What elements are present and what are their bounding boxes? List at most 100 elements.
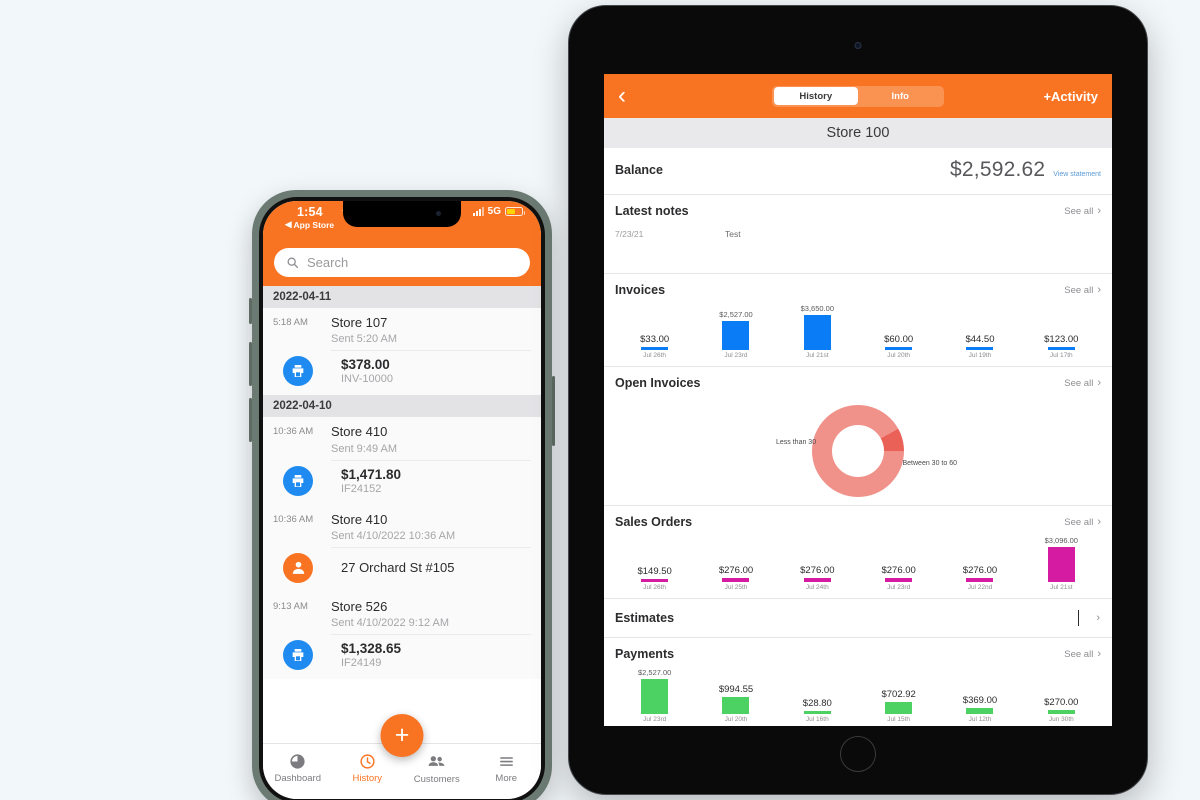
section-invoices: Invoices See all › $33.00 Jul 26th $2,527.… [604, 274, 1112, 367]
list-item-reference: INV-10000 [341, 373, 393, 386]
list-item-reference: IF24149 [341, 657, 382, 669]
bar-column[interactable]: $3,096.00 Jul 21st [1021, 536, 1102, 591]
invoice-printer-icon [283, 465, 313, 496]
phone-notch [343, 201, 461, 227]
list-item[interactable]: 10:36 AM Store 410 Sent 9:49 AM $1,471.8… [263, 417, 541, 505]
bar-rect [1047, 347, 1075, 350]
bar-rect [966, 708, 994, 714]
bar-value-label: $123.00 [1044, 334, 1079, 345]
bar-column[interactable]: $270.00 Jun 30th [1021, 668, 1102, 723]
chevron-left-icon[interactable]: ‹ [618, 84, 626, 108]
bar-value-label: $2,527.00 [637, 668, 672, 677]
search-input[interactable]: Search [274, 248, 530, 277]
invoices-bar-chart[interactable]: $33.00 Jul 26th $2,527.00 Jul 23rd $3,650.00… [604, 304, 1112, 366]
page-title: Store 100 [604, 118, 1112, 148]
bar-column[interactable]: $276.00 Jul 23rd [858, 536, 939, 591]
note-row[interactable]: 7/23/21 Test [604, 225, 1112, 273]
bar-column[interactable]: $276.00 Jul 25th [695, 536, 776, 591]
bar-column[interactable]: $3,650.00 Jul 21st [777, 304, 858, 359]
bar-column[interactable]: $2,527.00 Jul 23rd [614, 668, 695, 723]
balance-row: Balance $2,592.62 View statement [604, 148, 1112, 195]
bar-column[interactable]: $276.00 Jul 24th [777, 536, 858, 591]
chevron-right-icon: › [1097, 205, 1101, 217]
bar-column[interactable]: $123.00 Jul 17th [1021, 304, 1102, 359]
bar-date-label: Jul 21st [806, 352, 829, 359]
open-invoices-donut-chart[interactable]: Less than 30 Between 30 to 60 [604, 397, 1112, 505]
bar-date-label: Jul 24th [805, 584, 829, 591]
status-time: 1:54 [297, 205, 323, 219]
bar-rect [722, 578, 750, 582]
view-statement-link[interactable]: View statement [1053, 171, 1101, 182]
bar-column[interactable]: $60.00 Jul 20th [858, 304, 939, 359]
bar-column[interactable]: $149.50 Jul 26th [614, 536, 695, 591]
tab-more[interactable]: More [476, 753, 536, 784]
list-item-reference: IF24152 [341, 482, 382, 495]
bar-date-label: Jul 17th [1049, 352, 1073, 359]
person-icon [283, 552, 313, 583]
bar-column[interactable]: $994.55 Jul 20th [695, 668, 776, 723]
tab-customers[interactable]: Customers [407, 752, 467, 785]
see-all-link[interactable]: See all › [1064, 205, 1101, 217]
back-to-app-store-link[interactable]: ◀ App Store [285, 219, 334, 230]
list-item[interactable]: 10:36 AM Store 410 Sent 4/10/2022 10:36 … [263, 504, 541, 592]
phone-volume-down-button[interactable] [249, 398, 252, 442]
phone-status-bar: 1:54 ◀ App Store 5G [263, 201, 541, 248]
bar-value-label: $33.00 [640, 334, 670, 345]
dashboard-pie-icon [290, 754, 305, 769]
tablet-nav-bar: ‹ History Info +Activity [604, 74, 1112, 118]
add-new-button[interactable]: + [380, 714, 424, 757]
invoice-printer-icon [283, 356, 313, 387]
section-header: Estimates › [604, 599, 1112, 637]
bar-value-label: $276.00 [800, 565, 835, 576]
bar-column[interactable]: $276.00 Jul 22nd [939, 536, 1020, 591]
list-item-amount: $378.00 [341, 357, 390, 373]
phone-screen: 1:54 ◀ App Store 5G Search 2022-04-11 5:… [263, 201, 541, 799]
bar-date-label: Jul 15th [887, 716, 911, 723]
search-icon [287, 257, 299, 269]
payments-bar-chart[interactable]: $2,527.00 Jul 23rd $994.55 Jul 20th $28.80 Ju… [604, 668, 1112, 726]
segmented-control[interactable]: History Info [772, 85, 944, 107]
tab-dashboard[interactable]: Dashboard [268, 753, 328, 784]
phone-silent-switch[interactable] [249, 298, 252, 324]
list-item-subtitle: Sent 4/10/2022 9:12 AM [331, 617, 450, 629]
bar-rect [641, 347, 669, 350]
tab-info[interactable]: Info [858, 87, 943, 105]
donut-ring [812, 405, 904, 497]
see-all-link[interactable]: See all › [1064, 284, 1101, 296]
sales-orders-bar-chart[interactable]: $149.50 Jul 26th $276.00 Jul 25th $276.00 Jul… [604, 536, 1112, 598]
see-all-link[interactable]: See all › [1064, 648, 1101, 660]
tab-history[interactable]: History [337, 753, 397, 784]
bar-column[interactable]: $33.00 Jul 26th [614, 304, 695, 359]
see-all-link[interactable]: See all › [1064, 516, 1101, 528]
bar-date-label: Jul 26th [643, 352, 667, 359]
section-title: Latest notes [615, 204, 689, 218]
list-item-header: 9:13 AM Store 526 Sent 4/10/2022 9:12 AM [263, 592, 541, 634]
home-button[interactable] [840, 736, 876, 772]
bar-rect [885, 347, 913, 350]
list-item[interactable]: 5:18 AM Store 107 Sent 5:20 AM $378.00 I… [263, 308, 541, 396]
tab-history[interactable]: History [773, 87, 858, 105]
list-item[interactable]: 9:13 AM Store 526 Sent 4/10/2022 9:12 AM [263, 591, 541, 679]
bar-column[interactable]: $2,527.00 Jul 23rd [695, 304, 776, 359]
tab-label: Dashboard [274, 773, 321, 784]
bar-column[interactable]: $702.92 Jul 15th [858, 668, 939, 723]
bar-column[interactable]: $28.80 Jul 16th [777, 668, 858, 723]
see-all-link[interactable]: See all › [1064, 377, 1101, 389]
list-item-title: Store 107 [331, 315, 388, 330]
bar-value-label: $994.55 [718, 684, 754, 695]
chevron-right-icon[interactable]: › [1096, 612, 1100, 624]
bar-value-label: $3,650.00 [800, 304, 834, 313]
section-open-invoices: Open Invoices See all › Less than 30 Bet… [604, 367, 1112, 506]
bar-rect [803, 711, 831, 714]
invoice-printer-icon [283, 640, 313, 670]
iphone-device-mockup: 1:54 ◀ App Store 5G Search 2022-04-11 5:… [249, 190, 555, 800]
phone-volume-up-button[interactable] [249, 342, 252, 386]
bar-value-label: $276.00 [881, 565, 916, 576]
list-item-time: 10:36 AM [273, 513, 314, 525]
list-item-header: 10:36 AM Store 410 Sent 4/10/2022 10:36 … [263, 505, 541, 547]
phone-power-button[interactable] [552, 376, 555, 446]
section-estimates[interactable]: Estimates › [604, 599, 1112, 638]
bar-column[interactable]: $44.50 Jul 19th [939, 304, 1020, 359]
bar-column[interactable]: $369.00 Jul 12th [939, 668, 1020, 723]
add-activity-button[interactable]: +Activity [1043, 89, 1098, 104]
